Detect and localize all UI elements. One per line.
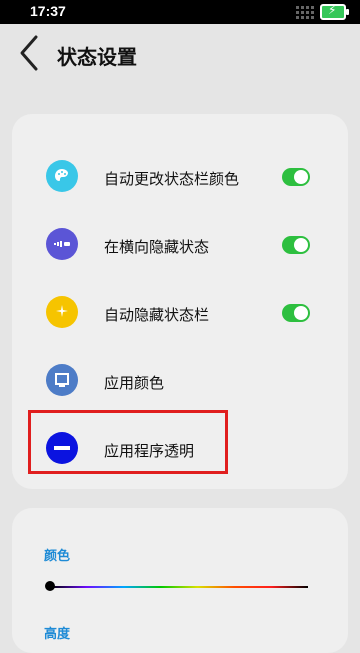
charging-bolt-icon: ⚡ <box>328 3 337 17</box>
status-time: 17:37 <box>30 3 66 19</box>
signal-icon <box>296 5 314 19</box>
setting-row-auto-hide[interactable]: 自动隐藏状态栏 <box>12 280 348 348</box>
setting-label: 应用颜色 <box>104 374 165 392</box>
screen-icon <box>46 364 78 396</box>
color-slider[interactable] <box>50 586 308 588</box>
setting-label: 自动更改状态栏颜色 <box>104 170 240 188</box>
height-section-label: 高度 <box>44 627 71 642</box>
status-bar-icon <box>46 228 78 260</box>
palette-icon <box>46 160 78 192</box>
back-button[interactable] <box>14 34 44 72</box>
toggle-switch[interactable] <box>282 304 310 322</box>
page-title: 状态设置 <box>57 45 137 69</box>
toggle-switch[interactable] <box>282 236 310 254</box>
toggle-switch[interactable] <box>282 168 310 186</box>
chevron-left-icon <box>20 35 38 71</box>
header: 状态设置 <box>0 24 360 80</box>
sparkle-icon <box>46 296 78 328</box>
highlight-box <box>28 410 228 474</box>
setting-label: 自动隐藏状态栏 <box>104 306 210 324</box>
setting-row-hide-landscape[interactable]: 在横向隐藏状态 <box>12 212 348 280</box>
status-icons: ⚡ <box>296 3 349 20</box>
setting-row-app-color[interactable]: 应用颜色 <box>12 348 348 416</box>
setting-row-auto-change-color[interactable]: 自动更改状态栏颜色 <box>12 144 348 212</box>
status-bar: 17:37 ⚡ <box>0 0 360 24</box>
color-section-label: 颜色 <box>44 549 71 564</box>
setting-label: 在横向隐藏状态 <box>104 238 210 256</box>
color-slider-thumb[interactable] <box>45 581 55 591</box>
battery-icon: ⚡ <box>320 3 349 20</box>
